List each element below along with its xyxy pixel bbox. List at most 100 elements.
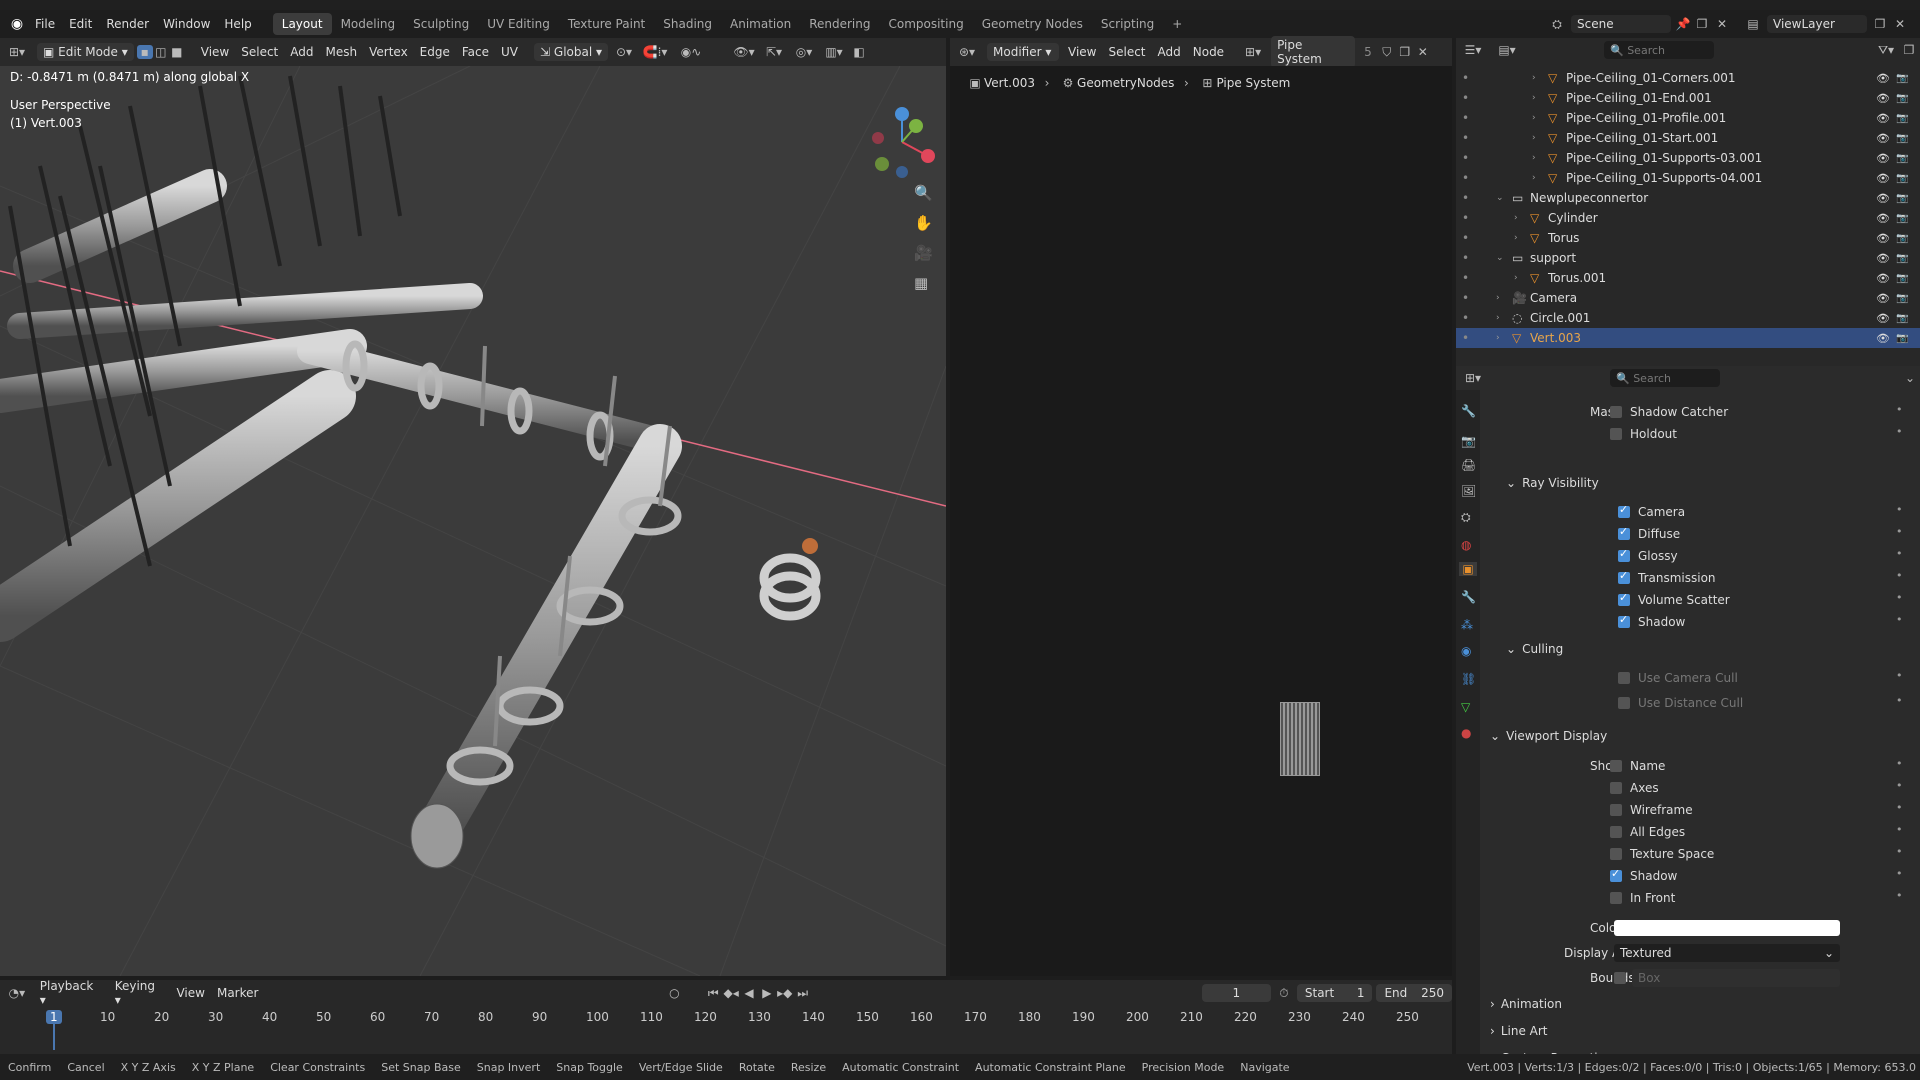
outliner-search[interactable]: 🔍 Search: [1604, 41, 1714, 59]
tab-shading[interactable]: Shading: [654, 13, 721, 35]
pivot-icon[interactable]: ⊙▾: [611, 45, 637, 59]
tab-scripting[interactable]: Scripting: [1092, 13, 1163, 35]
filter-icon[interactable]: ⛛▾: [1874, 43, 1898, 58]
checkbox[interactable]: [1610, 826, 1622, 838]
particles-tab-icon[interactable]: ⁂: [1461, 618, 1473, 632]
scene-selector[interactable]: Scene: [1571, 15, 1671, 33]
keyframe-dot-icon[interactable]: •: [1896, 889, 1903, 902]
render-camera-icon[interactable]: 📷: [1896, 213, 1908, 224]
visibility-eye-icon[interactable]: 👁: [1876, 252, 1890, 265]
viewport-menu-add[interactable]: Add: [284, 45, 319, 59]
modifier-tab-icon[interactable]: 🔧: [1461, 590, 1476, 604]
display-as-dropdown[interactable]: Textured ⌄: [1614, 944, 1840, 962]
expand-chevron-icon[interactable]: ›: [1514, 213, 1528, 223]
node-tree-name[interactable]: Pipe System: [1271, 36, 1356, 68]
keyframe-dot-icon[interactable]: •: [1896, 425, 1903, 438]
expand-chevron-icon[interactable]: ›: [1496, 333, 1510, 343]
unlink-tree-icon[interactable]: ✕: [1414, 45, 1432, 59]
outliner-row[interactable]: • › 🎥 Camera 👁 📷: [1456, 288, 1920, 308]
expand-chevron-icon[interactable]: ›: [1532, 133, 1546, 143]
visibility-eye-icon[interactable]: 👁: [1876, 152, 1890, 165]
tab-animation[interactable]: Animation: [721, 13, 800, 35]
render-camera-icon[interactable]: 📷: [1896, 153, 1908, 164]
visibility-eye-icon[interactable]: 👁: [1876, 212, 1890, 225]
new-collection-icon[interactable]: ❐: [1898, 43, 1920, 57]
outliner-row[interactable]: • › ▽ Pipe-Ceiling_01-Profile.001 👁 📷: [1456, 108, 1920, 128]
gizmo-icon[interactable]: ⇱▾: [759, 45, 789, 59]
keyframe-dot-icon[interactable]: •: [1896, 525, 1903, 538]
delete-view-layer-icon[interactable]: ✕: [1890, 17, 1910, 31]
visibility-eye-icon[interactable]: 👁: [1876, 232, 1890, 245]
vertex-select-icon[interactable]: ▪: [136, 45, 153, 59]
checkbox-row[interactable]: Shadow: [1618, 613, 1685, 631]
keyframe-dot-icon[interactable]: •: [1896, 694, 1903, 707]
menu-file[interactable]: File: [28, 10, 62, 38]
node-menu-view[interactable]: View: [1062, 45, 1102, 59]
keyframe-dot-icon[interactable]: •: [1896, 613, 1903, 626]
render-camera-icon[interactable]: 📷: [1896, 313, 1908, 324]
visibility-eye-icon[interactable]: 👁: [1876, 332, 1890, 345]
keyframe-dot-icon[interactable]: •: [1896, 845, 1903, 858]
checkbox[interactable]: [1618, 697, 1630, 709]
keyframe-dot-icon[interactable]: •: [1896, 403, 1903, 416]
checkbox-row[interactable]: In Front: [1610, 889, 1675, 907]
data-tab-icon[interactable]: ▽: [1461, 700, 1470, 714]
overlays-icon[interactable]: ◎▾: [789, 45, 819, 59]
viewport-menu-mesh[interactable]: Mesh: [320, 45, 364, 59]
checkbox[interactable]: [1610, 804, 1622, 816]
snap-icon[interactable]: 🧲⁞▾: [637, 45, 673, 59]
outliner-row[interactable]: • › ▽ Torus.001 👁 📷: [1456, 268, 1920, 288]
keyframe-dot-icon[interactable]: •: [1896, 757, 1903, 770]
keyframe-dot-icon[interactable]: •: [1896, 779, 1903, 792]
checkbox[interactable]: [1618, 672, 1630, 684]
keyframe-dot-icon[interactable]: •: [1896, 801, 1903, 814]
checkbox[interactable]: [1610, 782, 1622, 794]
keyframe-dot-icon[interactable]: •: [1896, 547, 1903, 560]
outliner-editor-icon[interactable]: ☰▾: [1456, 43, 1490, 57]
fake-user-shield-icon[interactable]: ⛉: [1378, 45, 1396, 60]
menu-window[interactable]: Window: [156, 10, 217, 38]
checkbox-row[interactable]: Name: [1610, 757, 1665, 775]
view-layer-tab-icon[interactable]: 🖼: [1461, 484, 1476, 498]
visibility-eye-icon[interactable]: 👁: [1876, 92, 1890, 105]
render-camera-icon[interactable]: 📷: [1896, 253, 1908, 264]
viewport-menu-view[interactable]: View: [195, 45, 235, 59]
checkbox[interactable]: [1610, 406, 1622, 418]
outliner-row[interactable]: • ⌄ ▭ support 👁 📷: [1456, 248, 1920, 268]
checkbox[interactable]: [1618, 503, 1630, 518]
outliner-row[interactable]: • › ▽ Pipe-Ceiling_01-Start.001 👁 📷: [1456, 128, 1920, 148]
bounds-checkbox[interactable]: [1614, 972, 1626, 984]
tab-compositing[interactable]: Compositing: [879, 13, 972, 35]
expand-chevron-icon[interactable]: ⌄: [1496, 193, 1510, 203]
checkbox[interactable]: [1618, 569, 1630, 584]
checkbox[interactable]: [1610, 892, 1622, 904]
checkbox-row[interactable]: Holdout: [1610, 425, 1677, 443]
render-camera-icon[interactable]: 📷: [1896, 273, 1908, 284]
keyframe-dot-icon[interactable]: •: [1896, 867, 1903, 880]
checkbox-row[interactable]: Camera: [1618, 503, 1685, 521]
scene-icon[interactable]: ⛭: [1546, 17, 1568, 32]
expand-chevron-icon[interactable]: ›: [1532, 93, 1546, 103]
expand-chevron-icon[interactable]: ›: [1532, 173, 1546, 183]
viewport-display-section[interactable]: ⌄ Viewport Display: [1490, 726, 1607, 746]
node-menu-node[interactable]: Node: [1187, 45, 1230, 59]
new-scene-icon[interactable]: ❐: [1692, 17, 1712, 31]
visibility-icon[interactable]: 👁▾: [729, 45, 759, 59]
outliner-row[interactable]: • › ▽ Vert.003 👁 📷: [1456, 328, 1920, 348]
render-tab-icon[interactable]: 📷: [1461, 434, 1476, 448]
outliner-row[interactable]: • › ▽ Pipe-Ceiling_01-Corners.001 👁 📷: [1456, 68, 1920, 88]
render-camera-icon[interactable]: 📷: [1896, 73, 1908, 84]
breadcrumb-modifier[interactable]: GeometryNodes: [1077, 76, 1174, 90]
node-tree-type-selector[interactable]: Modifier ▾: [987, 43, 1059, 61]
expand-chevron-icon[interactable]: ›: [1514, 233, 1528, 243]
tab-sculpting[interactable]: Sculpting: [404, 13, 478, 35]
checkbox[interactable]: [1610, 760, 1622, 772]
face-select-icon[interactable]: ■: [169, 45, 185, 59]
render-camera-icon[interactable]: 📷: [1896, 173, 1908, 184]
outliner-row[interactable]: • ⌄ ▭ Newplupeconnertor 👁 📷: [1456, 188, 1920, 208]
checkbox[interactable]: [1610, 428, 1622, 440]
keyframe-dot-icon[interactable]: •: [1896, 823, 1903, 836]
visibility-eye-icon[interactable]: 👁: [1876, 112, 1890, 125]
world-tab-icon[interactable]: ◍: [1461, 538, 1471, 552]
properties-options-icon[interactable]: ⌄: [1900, 371, 1920, 385]
